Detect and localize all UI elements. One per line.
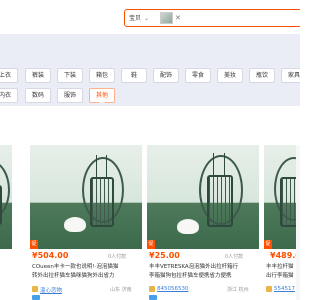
product-card[interactable]: 促 ¥489.00 丰丰拉杆猫 出行李箱猫 554517 [264,145,300,300]
category-button[interactable]: 箱包 [89,68,115,83]
product-title[interactable]: COueen丰卡一款也说明!·泡泡猫猫 转外出拉杆猫车猫咪猫狗外出省力 [32,263,138,283]
product-title[interactable]: 丰丰拉杆猫 出行李箱猫 [266,263,300,283]
category-button[interactable]: 上衣 [0,68,18,83]
pay-count: 0人付款 [225,254,244,260]
category-button[interactable]: 裤装 [25,68,51,83]
search-box[interactable]: 宝贝 ⌄ ✕ [124,9,300,27]
category-button[interactable]: 内衣 [0,88,18,103]
promo-tag: 促 [30,240,38,249]
service-badge-icon [32,295,40,300]
shop-icon [149,286,155,292]
category-panel: 上衣 裤装 下装 箱包 鞋 配饰 零食 美妆 瓶饮 家具 内衣 数码 服饰 其他 [0,34,300,106]
close-icon[interactable]: ✕ [175,12,181,24]
chevron-down-icon: ⌄ [144,15,150,22]
product-image[interactable] [0,145,12,249]
category-button[interactable]: 服饰 [57,88,83,103]
product-title[interactable]: 丰丰VETRESKA泡泡猫外出拉杆箱行 李箱猫狗包拉杆猫车便携省力便携 [149,263,255,283]
category-button[interactable]: 美妆 [217,68,243,83]
product-image[interactable] [147,145,259,249]
panel-caret [99,102,105,106]
category-button[interactable]: 鞋 [121,68,147,83]
search-scope-select[interactable]: 宝贝 ⌄ [129,12,149,25]
shop-location: 浙江 杭州 [227,287,249,293]
search-header: 宝贝 ⌄ ✕ [0,0,300,34]
shop-location: 山东 济南 [110,287,132,293]
category-button[interactable]: 家具 [281,68,300,83]
category-button[interactable]: 零食 [185,68,211,83]
scroll-edge [296,145,300,300]
shop-icon [32,286,38,292]
product-card[interactable]: 促 ¥504.00 0人付款 COueen丰卡一款也说明!·泡泡猫猫 转外出拉杆… [30,145,142,300]
category-button[interactable]: 下装 [57,68,83,83]
category-button-active[interactable]: 其他 [89,88,115,103]
promo-tag: 促 [264,240,272,249]
product-grid: 促 ¥504.00 0人付款 COueen丰卡一款也说明!·泡泡猫猫 转外出拉杆… [0,145,300,300]
product-image[interactable] [30,145,142,249]
image-thumbnail-icon[interactable] [160,12,173,24]
product-image[interactable] [264,145,300,249]
search-scope-label: 宝贝 [129,15,142,22]
category-button[interactable]: 数码 [25,88,51,103]
pay-count: 0人付款 [108,254,127,260]
search-results-page: 宝贝 ⌄ ✕ 上衣 裤装 下装 箱包 鞋 配饰 零食 美妆 瓶饮 家具 内衣 数… [0,0,300,300]
shop-name-link[interactable]: 845056530 [157,286,189,292]
category-button[interactable]: 配饰 [153,68,179,83]
product-card[interactable] [0,145,12,300]
shop-name-link[interactable]: 温心恋物 [40,286,62,294]
category-button[interactable]: 瓶饮 [249,68,275,83]
promo-tag: 促 [147,240,155,249]
product-price: ¥25.00 [149,251,180,260]
product-card[interactable]: 促 ¥25.00 0人付款 丰丰VETRESKA泡泡猫外出拉杆箱行 李箱猫狗包拉… [147,145,259,300]
shop-icon [266,286,272,292]
shop-name-link[interactable]: 554517 [274,286,295,292]
product-price: ¥504.00 [32,251,69,260]
service-badge-icon [149,295,157,300]
